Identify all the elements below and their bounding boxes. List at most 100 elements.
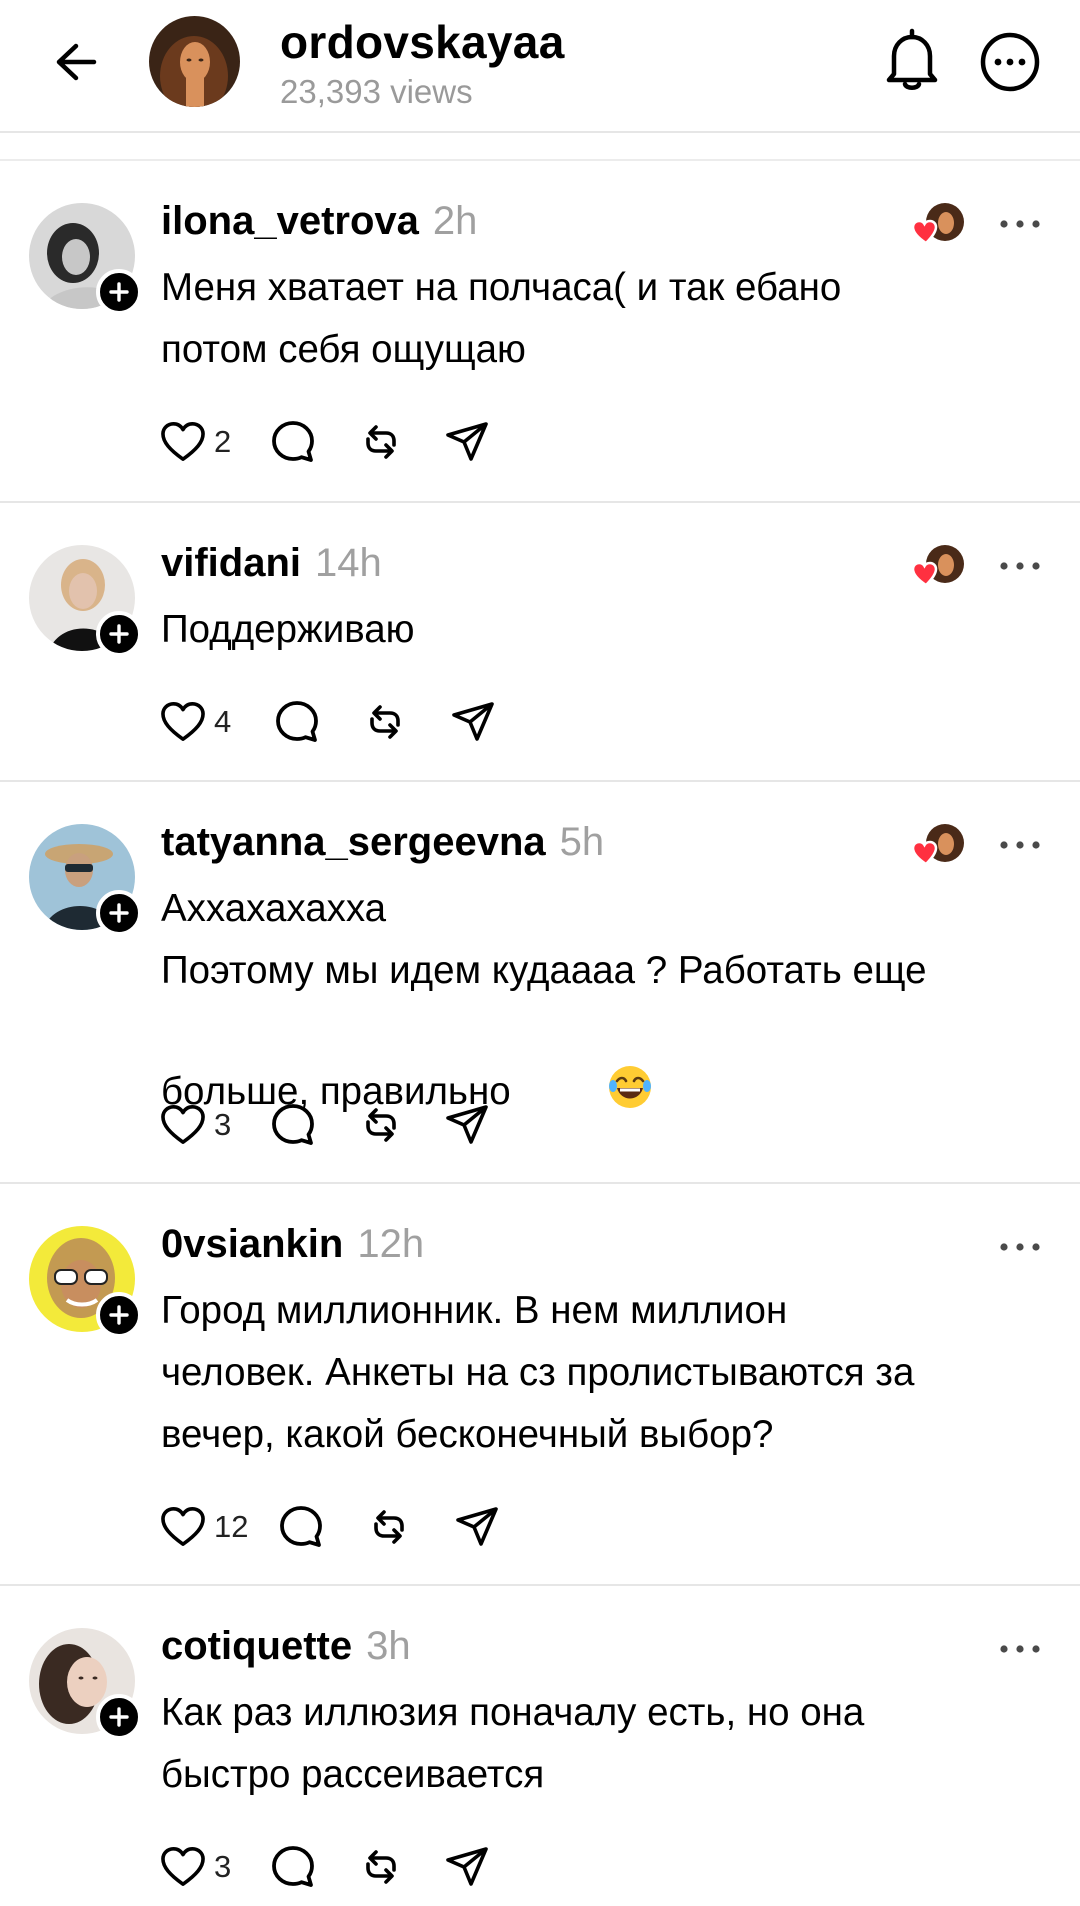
plus-icon [109, 624, 129, 644]
comment-item: tatyanna_sergeevna 5h Аххахахахха Поэтому… [0, 782, 1080, 1184]
like-count: 3 [214, 1107, 232, 1142]
like-button[interactable]: 2 [160, 418, 231, 466]
comment-item: ilona_vetrova 2h Меня хватает на полчаса(… [0, 161, 1080, 503]
comment-icon [272, 1104, 314, 1145]
username-text[interactable]: vifidani [161, 541, 301, 585]
comment-time: 12h [357, 1222, 425, 1266]
more-circle-icon [980, 32, 1040, 92]
follow-button[interactable] [96, 269, 142, 315]
comment-username[interactable]: ilona_vetrova 2h [161, 199, 477, 244]
comment-item: cotiquette 3h Как раз иллюзия поначалу ес… [0, 1586, 1080, 1906]
heart-icon [161, 1105, 205, 1144]
share-button[interactable] [450, 698, 496, 746]
notifications-button[interactable] [882, 28, 942, 94]
arrow-left-icon [56, 43, 97, 81]
comment-time: 2h [432, 199, 478, 243]
reply-button[interactable] [270, 418, 316, 466]
heart-icon [161, 422, 205, 461]
comment-more-button[interactable] [998, 551, 1042, 581]
avatar-image [149, 16, 240, 107]
comment-text-body: Меня хватает на полчаса( и так ебано пот… [161, 266, 842, 371]
share-button[interactable] [444, 418, 490, 466]
view-count: 23,393 views [280, 73, 473, 110]
more-dots-icon [1000, 1243, 1040, 1251]
repost-icon [366, 1108, 396, 1142]
reply-button[interactable] [274, 698, 320, 746]
heart-icon [161, 1847, 205, 1886]
comment-username[interactable]: 0vsiankin 12h [161, 1222, 424, 1267]
comment-icon [272, 1846, 314, 1887]
more-dots-icon [1000, 841, 1040, 849]
reply-button[interactable] [278, 1503, 324, 1551]
comment-more-button[interactable] [998, 209, 1042, 239]
more-options-button[interactable] [980, 32, 1040, 92]
send-icon [456, 1507, 498, 1546]
share-button[interactable] [444, 1843, 490, 1891]
top-bar: ordovskayaa 23,393 views [0, 0, 1080, 133]
like-button[interactable]: 12 [160, 1503, 248, 1551]
like-count: 2 [214, 424, 232, 459]
follow-button[interactable] [96, 890, 142, 936]
like-count: 3 [214, 1849, 232, 1884]
username-text[interactable]: 0vsiankin [161, 1222, 343, 1266]
author-liked-icon [911, 545, 964, 587]
author-liked-icon [911, 203, 964, 245]
comment-text: Город миллионник. В нем миллион человек.… [161, 1280, 1041, 1466]
repost-button[interactable] [358, 418, 404, 466]
username-text[interactable]: ilona_vetrova [161, 199, 419, 243]
like-count: 4 [214, 704, 232, 739]
share-button[interactable] [444, 1101, 490, 1149]
repost-button[interactable] [366, 1503, 412, 1551]
comment-text-body: Как раз иллюзия поначалу есть, но она бы… [161, 1691, 865, 1796]
share-button[interactable] [454, 1503, 500, 1551]
reply-button[interactable] [270, 1843, 316, 1891]
send-icon [446, 1105, 488, 1144]
like-button[interactable]: 3 [160, 1843, 231, 1891]
comment-username[interactable]: vifidani 14h [161, 541, 382, 586]
like-button[interactable]: 4 [160, 698, 231, 746]
comment-more-button[interactable] [998, 830, 1042, 860]
comment-text: Поддерживаю [161, 599, 1041, 661]
author-liked-icon [911, 824, 964, 866]
follow-button[interactable] [96, 611, 142, 657]
comment-text: Как раз иллюзия поначалу есть, но она бы… [161, 1682, 1041, 1806]
comment-item: 0vsiankin 12h Город миллионник. В нем мил… [0, 1184, 1080, 1586]
username-text[interactable]: tatyanna_sergeevna [161, 820, 546, 864]
send-icon [446, 422, 488, 461]
plus-icon [109, 1707, 129, 1727]
follow-button[interactable] [96, 1694, 142, 1740]
reply-button[interactable] [270, 1101, 316, 1149]
more-dots-icon [1000, 562, 1040, 570]
username-text[interactable]: cotiquette [161, 1624, 352, 1668]
comment-username[interactable]: cotiquette 3h [161, 1624, 411, 1669]
like-button[interactable]: 3 [160, 1101, 231, 1149]
profile-username[interactable]: ordovskayaa [280, 15, 565, 69]
repost-button[interactable] [358, 1101, 404, 1149]
heart-icon [161, 702, 205, 741]
liked-by-author-badge [911, 543, 968, 589]
repost-icon [366, 425, 396, 459]
comment-actions: 4 [160, 698, 580, 746]
repost-button[interactable] [362, 698, 408, 746]
comment-text-body: Поддерживаю [161, 608, 415, 651]
like-count: 12 [214, 1509, 249, 1544]
liked-by-author-badge [911, 201, 968, 247]
repost-button[interactable] [358, 1843, 404, 1891]
comment-time: 3h [366, 1624, 411, 1668]
comment-more-button[interactable] [998, 1634, 1042, 1664]
comment-icon [280, 1506, 322, 1547]
repost-icon [374, 1510, 404, 1544]
plus-icon [109, 282, 129, 302]
comment-text: Аххахахахха Поэтому мы идем кудаааа ? Ра… [161, 878, 1041, 1129]
comment-more-button[interactable] [998, 1232, 1042, 1262]
back-button[interactable] [46, 32, 106, 92]
repost-icon [366, 1850, 396, 1884]
more-dots-icon [1000, 220, 1040, 228]
profile-avatar[interactable] [149, 16, 240, 107]
bell-icon [886, 28, 938, 90]
comment-item: vifidani 14h Поддерживаю 4 [0, 503, 1080, 782]
follow-button[interactable] [96, 1292, 142, 1338]
comment-username[interactable]: tatyanna_sergeevna 5h [161, 820, 604, 865]
liked-by-author-badge [911, 822, 968, 868]
plus-icon [109, 903, 129, 923]
